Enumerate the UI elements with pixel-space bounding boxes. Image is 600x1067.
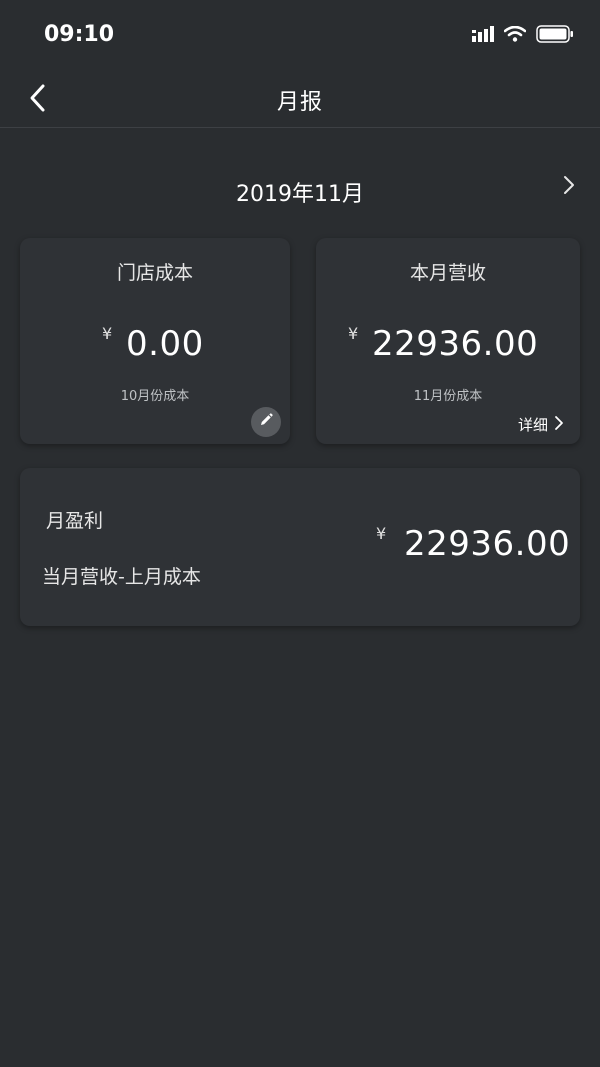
- revenue-subtitle: 11月份成本: [413, 389, 483, 404]
- store-cost-card: 门店成本 ¥ 0.00 10月份成本: [20, 238, 290, 444]
- status-icons: [472, 25, 574, 47]
- monthly-profit-card: 月盈利 当月营收-上月成本 ¥ 22936.00: [20, 468, 580, 626]
- battery-icon: [536, 25, 574, 47]
- status-bar: 09:10: [0, 0, 600, 70]
- profit-formula: 当月营收-上月成本: [42, 566, 201, 588]
- revenue-card: 本月营收 ¥ 22936.00 11月份成本 详细: [316, 238, 580, 444]
- wifi-icon: [503, 25, 527, 46]
- signal-icon: [472, 26, 494, 46]
- store-cost-subtitle: 10月份成本: [120, 389, 190, 404]
- chevron-right-icon: [554, 415, 564, 435]
- profit-title: 月盈利: [46, 510, 104, 532]
- next-month-button[interactable]: [556, 172, 582, 202]
- status-time: 09:10: [44, 22, 115, 47]
- detail-label: 详细: [518, 416, 549, 434]
- month-label: 2019年11月: [236, 182, 364, 207]
- revenue-amount: 22936.00: [372, 324, 539, 364]
- store-cost-currency: ¥: [102, 324, 113, 343]
- revenue-currency: ¥: [348, 324, 359, 343]
- profit-amount: 22936.00: [404, 524, 571, 564]
- pencil-icon: [258, 412, 274, 432]
- store-cost-amount: 0.00: [126, 324, 204, 364]
- chevron-right-icon: [562, 174, 576, 200]
- revenue-title: 本月营收: [409, 262, 486, 284]
- store-cost-title: 门店成本: [116, 262, 193, 284]
- page-title: 月报: [276, 90, 323, 115]
- month-selector: 2019年11月: [0, 150, 600, 230]
- nav-bar: 月报: [0, 70, 600, 128]
- detail-link[interactable]: 详细: [518, 414, 564, 435]
- profit-currency: ¥: [376, 524, 387, 543]
- edit-cost-button[interactable]: [251, 407, 281, 437]
